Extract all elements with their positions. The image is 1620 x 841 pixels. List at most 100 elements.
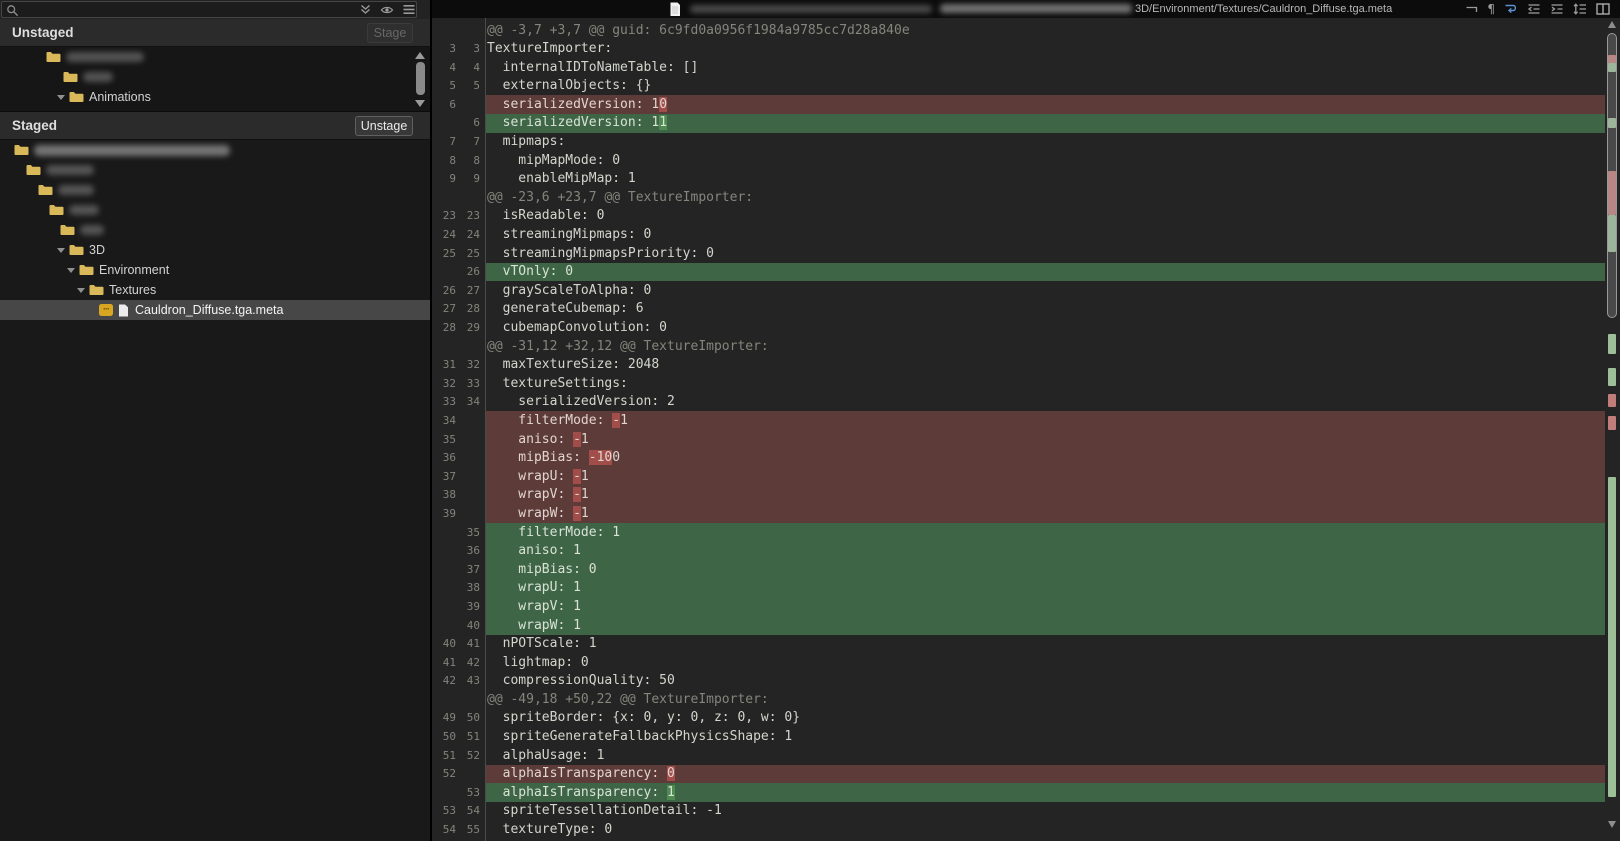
tree-row-3d[interactable]: 3D <box>0 240 430 260</box>
blurred-label <box>83 72 113 82</box>
diff-scrollbar[interactable] <box>1607 18 1618 841</box>
unindent-icon[interactable] <box>1527 3 1541 15</box>
tree-label: 3D <box>89 243 105 257</box>
intraline-change-highlight: - <box>612 413 620 428</box>
diff-row[interactable]: 36 aniso: 1 <box>432 542 1620 561</box>
scrollbar-thumb[interactable] <box>1607 33 1617 318</box>
diff-row[interactable]: 2424 streamingMipmaps: 0 <box>432 226 1620 245</box>
new-line-number: 41 <box>458 637 480 650</box>
diff-row[interactable]: 6 serializedVersion: 10 <box>432 95 1620 114</box>
tree-row-blurred[interactable] <box>0 160 430 180</box>
row-highlight-band <box>486 430 1605 449</box>
hunk-header-row[interactable]: @@ -31,12 +32,12 @@ TextureImporter: <box>432 337 1620 356</box>
diff-row[interactable]: 2728 generateCubemap: 6 <box>432 300 1620 319</box>
tree-row-blurred[interactable] <box>0 67 430 87</box>
diff-row[interactable]: 39 wrapV: 1 <box>432 597 1620 616</box>
line-height-icon[interactable] <box>1573 3 1587 15</box>
hunk-header-row[interactable]: @@ -3,7 +3,7 @@ guid: 6c9fd0a0956f1984a9… <box>432 21 1620 40</box>
disclosure-triangle-icon[interactable] <box>57 95 65 100</box>
diff-row[interactable]: 55 externalObjects: {} <box>432 77 1620 96</box>
diff-row[interactable]: 4142 lightmap: 0 <box>432 653 1620 672</box>
unstage-button[interactable]: Unstage <box>355 116 413 136</box>
tree-row-blurred[interactable] <box>0 140 430 160</box>
stage-button[interactable]: Stage <box>367 23 413 43</box>
tree-label: Textures <box>109 283 156 297</box>
search-input[interactable] <box>1 1 417 18</box>
diff-row[interactable]: 99 enableMipMap: 1 <box>432 170 1620 189</box>
new-line-number: 23 <box>458 209 480 222</box>
diff-row[interactable]: 37 mipBias: 0 <box>432 560 1620 579</box>
diff-row[interactable]: 40 wrapW: 1 <box>432 616 1620 635</box>
diff-row[interactable]: 2525 streamingMipmapsPriority: 0 <box>432 244 1620 263</box>
diff-row[interactable]: 36 mipBias: -100 <box>432 449 1620 468</box>
unstaged-scrollbar-thumb[interactable] <box>416 62 425 95</box>
old-line-number: 7 <box>432 135 456 148</box>
diff-row[interactable]: 88 mipMapMode: 0 <box>432 151 1620 170</box>
diff-row[interactable]: 5051 spriteGenerateFallbackPhysicsShape:… <box>432 728 1620 747</box>
diff-row[interactable]: 5354 spriteTessellationDetail: -1 <box>432 802 1620 821</box>
row-highlight-band <box>486 579 1605 598</box>
unstaged-scroll-down-arrow[interactable] <box>415 100 425 107</box>
tree-row-textures[interactable]: Textures <box>0 280 430 300</box>
row-highlight-band <box>486 597 1605 616</box>
hunk-header-row[interactable]: @@ -49,18 +50,22 @@ TextureImporter: <box>432 690 1620 709</box>
disclosure-triangle-icon[interactable] <box>67 268 75 273</box>
diff-row[interactable]: 37 wrapU: -1 <box>432 467 1620 486</box>
diff-row[interactable]: 53 alphaIsTransparency: 1 <box>432 783 1620 802</box>
tree-row-animations[interactable]: Animations <box>0 87 430 107</box>
tree-row-blurred[interactable] <box>0 220 430 240</box>
diff-row[interactable]: 6 serializedVersion: 11 <box>432 114 1620 133</box>
code-text: filterMode: -1 <box>487 413 628 428</box>
diff-row[interactable]: 39 wrapW: -1 <box>432 504 1620 523</box>
word-wrap-icon[interactable] <box>1504 3 1518 15</box>
indent-icon[interactable] <box>1550 3 1564 15</box>
diff-row[interactable]: 26 vTOnly: 0 <box>432 263 1620 282</box>
pilcrow-icon[interactable]: ¶ <box>1487 3 1495 16</box>
disclosure-triangle-icon[interactable] <box>77 288 85 293</box>
whitespace-icon[interactable] <box>1465 3 1478 15</box>
diff-row[interactable]: 3334 serializedVersion: 2 <box>432 393 1620 412</box>
diff-row[interactable]: 4950 spriteBorder: {x: 0, y: 0, z: 0, w:… <box>432 709 1620 728</box>
diff-row[interactable]: 3132 maxTextureSize: 2048 <box>432 356 1620 375</box>
main-panel: 3D/Environment/Textures/Cauldron_Diffuse… <box>432 0 1620 841</box>
hunk-header-row[interactable]: @@ -23,6 +23,7 @@ TextureImporter: <box>432 188 1620 207</box>
code-text: streamingMipmaps: 0 <box>487 227 651 242</box>
diff-row[interactable]: 35 filterMode: 1 <box>432 523 1620 542</box>
tree-row-environment[interactable]: Environment <box>0 260 430 280</box>
tree-row-blurred[interactable] <box>0 47 430 67</box>
search-text-field[interactable] <box>22 2 292 17</box>
diff-row[interactable]: 2829 cubemapConvolution: 0 <box>432 319 1620 338</box>
scroll-down-arrow[interactable] <box>1608 821 1616 828</box>
diff-row[interactable]: 4041 nPOTScale: 1 <box>432 635 1620 654</box>
columns-icon[interactable] <box>1596 3 1610 15</box>
diff-row[interactable]: 38 wrapU: 1 <box>432 579 1620 598</box>
diff-row[interactable]: 35 aniso: -1 <box>432 430 1620 449</box>
diff-row[interactable]: 5152 alphaUsage: 1 <box>432 746 1620 765</box>
menu-icon[interactable] <box>402 3 416 16</box>
diff-row[interactable]: 4243 compressionQuality: 50 <box>432 672 1620 691</box>
disclosure-triangle-icon[interactable] <box>57 248 65 253</box>
tree-row-blurred[interactable] <box>0 180 430 200</box>
collapse-all-icon[interactable] <box>358 3 372 16</box>
tree-row-blurred[interactable] <box>0 200 430 220</box>
old-line-number: 41 <box>432 656 456 669</box>
diff-row[interactable]: 38 wrapV: -1 <box>432 486 1620 505</box>
diff-row[interactable]: 5455 textureType: 0 <box>432 821 1620 840</box>
diff-row[interactable]: 2323 isReadable: 0 <box>432 207 1620 226</box>
diff-row[interactable]: 2627 grayScaleToAlpha: 0 <box>432 281 1620 300</box>
diff-row[interactable]: 34 filterMode: -1 <box>432 411 1620 430</box>
scroll-up-arrow[interactable] <box>1608 21 1616 28</box>
tree-row-cauldron-diffuse-tga-meta[interactable]: ···Cauldron_Diffuse.tga.meta <box>0 300 430 320</box>
row-highlight-band <box>486 263 1605 282</box>
diff-row[interactable]: 3233 textureSettings: <box>432 374 1620 393</box>
row-highlight-band <box>486 40 1605 59</box>
row-highlight-band <box>486 300 1605 319</box>
code-text: maxTextureSize: 2048 <box>487 357 659 372</box>
code-text: wrapV: -1 <box>487 487 589 502</box>
diff-row[interactable]: 52 alphaIsTransparency: 0 <box>432 765 1620 784</box>
eye-icon[interactable] <box>380 3 394 16</box>
unstaged-scroll-up-arrow[interactable] <box>415 52 425 59</box>
diff-row[interactable]: 33TextureImporter: <box>432 40 1620 59</box>
diff-row[interactable]: 77 mipmaps: <box>432 133 1620 152</box>
diff-row[interactable]: 44 internalIDToNameTable: [] <box>432 58 1620 77</box>
